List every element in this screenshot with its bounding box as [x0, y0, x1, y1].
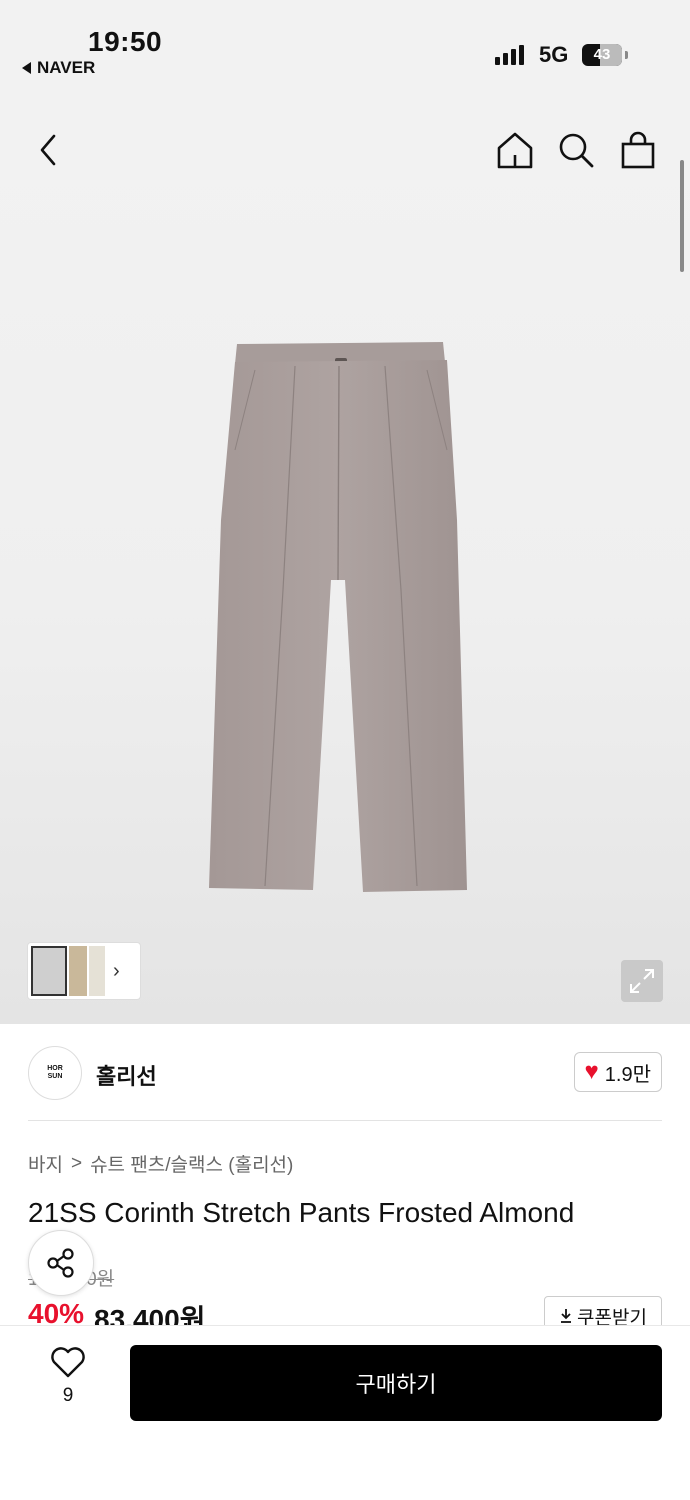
- product-image-pants: [209, 342, 467, 892]
- brand-like-count: 1.9만: [604, 1063, 651, 1086]
- search-icon[interactable]: [556, 130, 596, 170]
- wishlist-button[interactable]: 9: [44, 1346, 92, 1407]
- thumbnail-strip[interactable]: ›: [27, 942, 141, 1000]
- divider: [28, 1120, 662, 1121]
- thumbnail-2[interactable]: [69, 946, 87, 996]
- share-icon: [47, 1248, 74, 1278]
- brand-like-button[interactable]: ♥ 1.9만: [573, 1052, 662, 1092]
- breadcrumb-separator-icon: >: [70, 1152, 83, 1174]
- brand-name[interactable]: 홀리선: [96, 1059, 157, 1091]
- breadcrumb: 바지 > 슈트 팬츠/슬랙스 (홀리선): [28, 1150, 293, 1177]
- status-time: 19:50: [88, 26, 163, 57]
- back-app-label: NAVER: [37, 58, 96, 77]
- heart-filled-icon: ♥: [584, 1058, 599, 1085]
- signal-strength-icon: [495, 43, 524, 65]
- chevron-right-icon[interactable]: ›: [113, 960, 120, 983]
- wishlist-count: 9: [62, 1385, 74, 1406]
- network-type: 5G: [539, 42, 569, 67]
- brand-logo[interactable]: HOR SUN: [28, 1046, 82, 1100]
- scroll-indicator[interactable]: [680, 160, 684, 272]
- share-button[interactable]: [28, 1230, 94, 1296]
- buy-button[interactable]: 구매하기: [130, 1345, 662, 1421]
- brand-row: HOR SUN 홀리선 ♥ 1.9만: [28, 1046, 662, 1100]
- back-to-app-link[interactable]: NAVER: [22, 58, 95, 78]
- shopping-bag-icon[interactable]: [618, 130, 658, 170]
- battery-icon: 43: [582, 44, 622, 66]
- breadcrumb-category[interactable]: 바지: [28, 1150, 63, 1177]
- thumbnail-1[interactable]: [31, 946, 67, 996]
- battery-level: 43: [593, 46, 611, 63]
- brand-logo-text: HOR SUN: [47, 1065, 63, 1080]
- status-bar: 19:50 NAVER 5G 43: [0, 0, 690, 100]
- battery-nub: [625, 51, 628, 59]
- back-arrow-icon[interactable]: [34, 130, 64, 170]
- expand-icon[interactable]: [621, 960, 663, 1002]
- back-triangle-icon: [22, 62, 31, 74]
- breadcrumb-subcategory[interactable]: 슈트 팬츠/슬랙스 (홀리선): [90, 1150, 293, 1177]
- home-icon[interactable]: [495, 130, 535, 170]
- product-title: 21SS Corinth Stretch Pants Frosted Almon…: [28, 1197, 575, 1228]
- thumbnail-3[interactable]: [89, 946, 105, 996]
- download-icon: [561, 1309, 572, 1323]
- heart-outline-icon: [51, 1347, 85, 1378]
